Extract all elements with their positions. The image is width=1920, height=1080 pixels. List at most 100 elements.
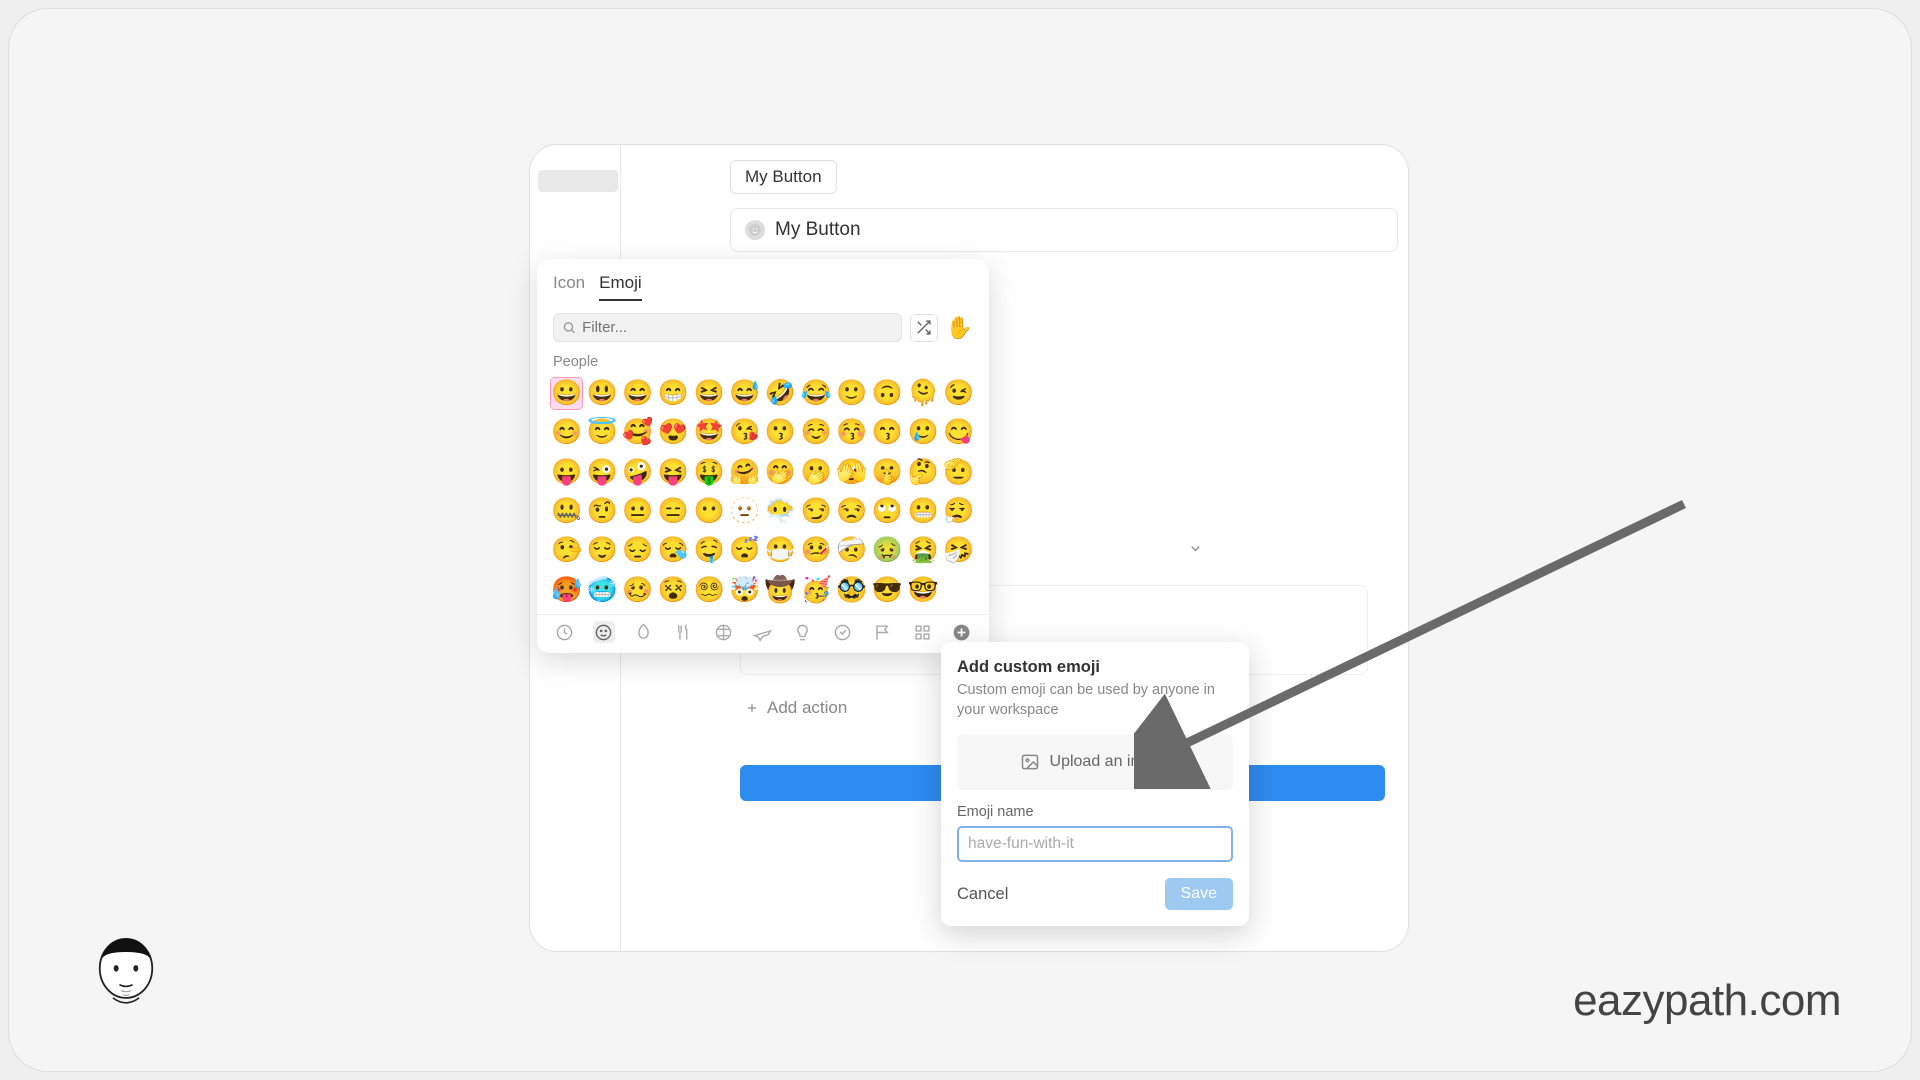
tab-my-button[interactable]: My Button [730, 160, 837, 194]
chevron-down-icon[interactable] [1188, 541, 1203, 556]
emoji-cell[interactable]: 😋 [943, 417, 974, 448]
emoji-cell[interactable]: 🤧 [943, 535, 974, 566]
save-button[interactable]: Save [1165, 878, 1233, 910]
emoji-cell[interactable]: 😁 [658, 378, 689, 409]
emoji-cell[interactable]: 😜 [587, 457, 618, 488]
emoji-cell[interactable]: 😝 [658, 457, 689, 488]
emoji-cell[interactable]: 😚 [836, 417, 867, 448]
emoji-cell[interactable]: 😪 [658, 535, 689, 566]
emoji-cell[interactable]: 😬 [908, 496, 939, 527]
emoji-cell[interactable]: 🤯 [729, 575, 760, 606]
emoji-cell[interactable]: 😅 [729, 378, 760, 409]
emoji-cell[interactable]: 🙂 [836, 378, 867, 409]
button-title: My Button [775, 219, 861, 241]
emoji-cell[interactable]: 🥴 [622, 575, 653, 606]
emoji-cell[interactable]: 😷 [765, 535, 796, 566]
category-food[interactable] [672, 621, 694, 643]
search-box[interactable] [553, 313, 902, 342]
add-custom-emoji-button[interactable] [951, 621, 973, 643]
emoji-cell[interactable]: 😄 [622, 378, 653, 409]
emoji-cell[interactable]: 😶 [694, 496, 725, 527]
emoji-cell[interactable]: 🤣 [765, 378, 796, 409]
category-flags[interactable] [871, 621, 893, 643]
emoji-cell[interactable]: 😇 [587, 417, 618, 448]
button-icon-placeholder[interactable] [745, 220, 765, 240]
emoji-cell[interactable]: 🤨 [587, 496, 618, 527]
emoji-cell[interactable]: 🤪 [622, 457, 653, 488]
emoji-cell[interactable]: 🤕 [836, 535, 867, 566]
emoji-cell[interactable]: 😵 [658, 575, 689, 606]
emoji-cell[interactable]: 🙄 [872, 496, 903, 527]
emoji-cell[interactable]: 🤗 [729, 457, 760, 488]
popup-actions: Cancel Save [957, 878, 1233, 910]
upload-image-button[interactable]: Upload an image [957, 734, 1233, 790]
category-travel[interactable] [752, 621, 774, 643]
emoji-cell[interactable]: 😌 [587, 535, 618, 566]
emoji-cell[interactable]: 🥵 [551, 575, 582, 606]
emoji-cell[interactable]: 🤤 [694, 535, 725, 566]
emoji-cell[interactable]: 😍 [658, 417, 689, 448]
category-objects[interactable] [792, 621, 814, 643]
emoji-cell[interactable]: 🤠 [765, 575, 796, 606]
category-recent[interactable] [553, 621, 575, 643]
emoji-cell[interactable]: 😶‍🌫️ [765, 496, 796, 527]
cancel-button[interactable]: Cancel [957, 885, 1008, 904]
emoji-cell[interactable]: 🥳 [801, 575, 832, 606]
emoji-cell[interactable]: 🤫 [872, 457, 903, 488]
emoji-cell[interactable]: 😂 [801, 378, 832, 409]
emoji-cell[interactable]: 🤒 [801, 535, 832, 566]
emoji-cell[interactable]: ☺️ [801, 417, 832, 448]
emoji-cell[interactable]: 😵‍💫 [694, 575, 725, 606]
emoji-cell[interactable]: 😙 [872, 417, 903, 448]
emoji-cell[interactable]: 😗 [765, 417, 796, 448]
emoji-cell[interactable]: 🥲 [908, 417, 939, 448]
emoji-cell[interactable]: 🤭 [765, 457, 796, 488]
emoji-cell[interactable]: 🥰 [622, 417, 653, 448]
emoji-name-input[interactable] [957, 826, 1233, 862]
emoji-cell[interactable]: 🤮 [908, 535, 939, 566]
emoji-cell[interactable]: 😊 [551, 417, 582, 448]
search-input[interactable] [582, 319, 893, 336]
emoji-cell[interactable]: 🫣 [836, 457, 867, 488]
emoji-cell[interactable]: 😮‍💨 [943, 496, 974, 527]
sidebar-placeholder [538, 170, 618, 192]
emoji-cell[interactable]: 😃 [587, 378, 618, 409]
emoji-cell[interactable]: 🤢 [872, 535, 903, 566]
emoji-cell[interactable]: 😴 [729, 535, 760, 566]
emoji-cell[interactable]: 🫠 [908, 378, 939, 409]
emoji-cell[interactable]: 😏 [801, 496, 832, 527]
emoji-cell[interactable]: 😒 [836, 496, 867, 527]
add-action-button[interactable]: Add action [745, 698, 847, 718]
tab-emoji[interactable]: Emoji [599, 267, 642, 301]
emoji-cell[interactable]: 😐 [622, 496, 653, 527]
category-people[interactable] [593, 621, 615, 643]
emoji-grid: 😀😃😄😁😆😅🤣😂🙂🙃🫠😉 😊😇🥰😍🤩😘😗☺️😚😙🥲😋 😛😜🤪😝🤑🤗🤭🫢🫣🤫🤔🫡 🤐🤨😐… [537, 374, 989, 614]
emoji-cell[interactable]: 🤩 [694, 417, 725, 448]
emoji-cell[interactable]: 🤓 [908, 575, 939, 606]
emoji-cell[interactable]: 🤔 [908, 457, 939, 488]
emoji-cell[interactable]: 😆 [694, 378, 725, 409]
tab-icon[interactable]: Icon [553, 267, 585, 301]
emoji-cell[interactable]: 😑 [658, 496, 689, 527]
category-activity[interactable] [712, 621, 734, 643]
emoji-cell[interactable]: 🥶 [587, 575, 618, 606]
category-nature[interactable] [633, 621, 655, 643]
emoji-cell[interactable]: 😛 [551, 457, 582, 488]
emoji-cell[interactable]: 😀 [551, 378, 582, 409]
emoji-cell[interactable]: 😔 [622, 535, 653, 566]
emoji-cell[interactable]: 😉 [943, 378, 974, 409]
emoji-cell[interactable]: 🥸 [836, 575, 867, 606]
shuffle-button[interactable] [910, 314, 938, 342]
emoji-cell[interactable]: 🤐 [551, 496, 582, 527]
emoji-cell[interactable]: 😘 [729, 417, 760, 448]
emoji-cell[interactable]: 😎 [872, 575, 903, 606]
category-symbols[interactable] [832, 621, 854, 643]
emoji-cell[interactable]: 🫢 [801, 457, 832, 488]
category-custom[interactable] [911, 621, 933, 643]
emoji-cell[interactable]: 🤑 [694, 457, 725, 488]
emoji-cell[interactable]: 🫥 [729, 496, 760, 527]
emoji-cell[interactable]: 🫡 [943, 457, 974, 488]
emoji-cell[interactable]: 🤥 [551, 535, 582, 566]
emoji-cell[interactable]: 🙃 [872, 378, 903, 409]
skin-tone-button[interactable]: ✋ [946, 315, 973, 341]
